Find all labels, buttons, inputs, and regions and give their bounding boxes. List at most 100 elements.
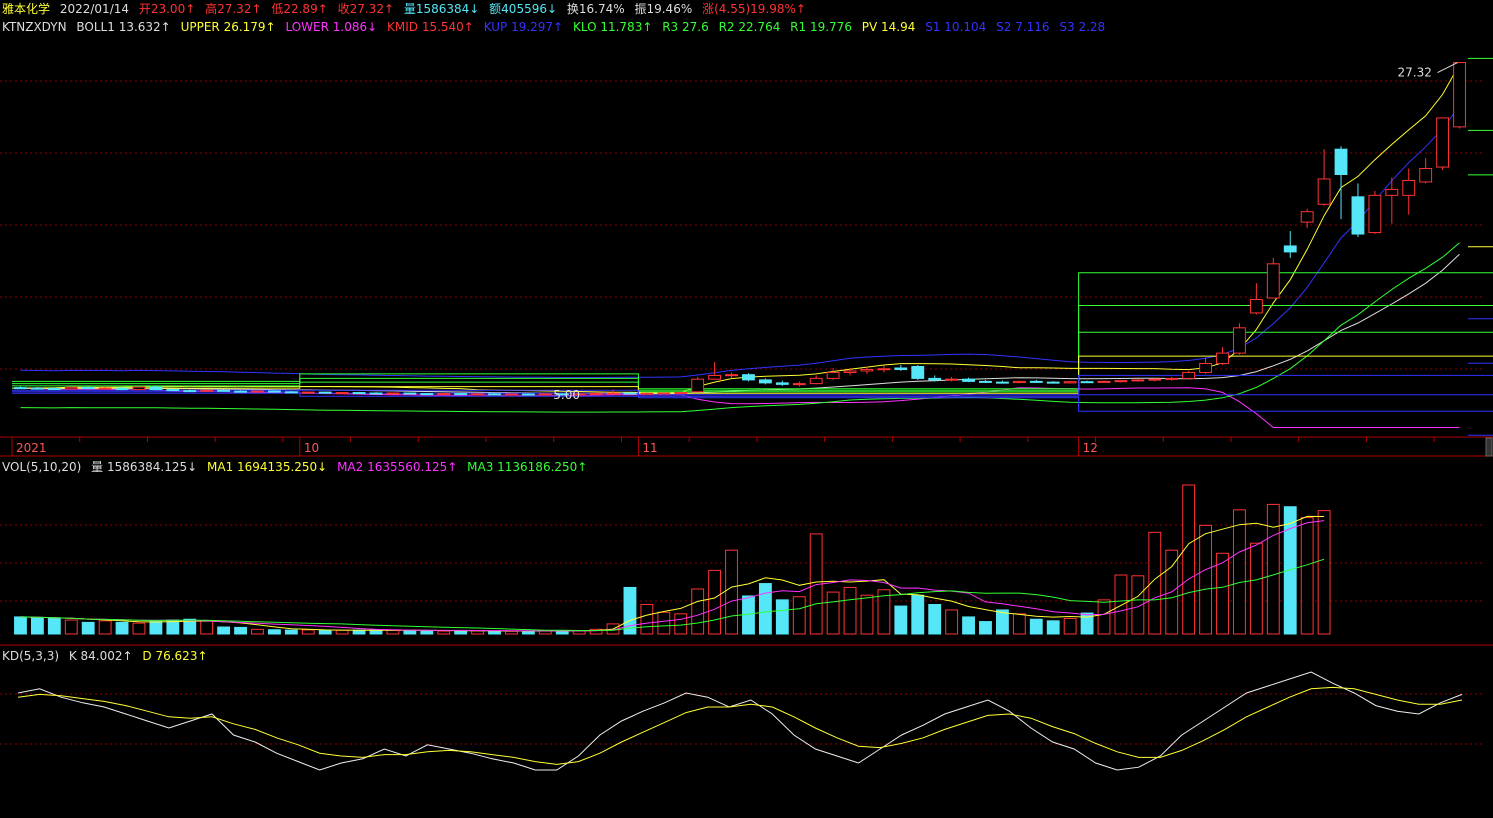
volume-bar (267, 629, 281, 635)
candle-body (1063, 381, 1077, 384)
candle-body (1114, 380, 1128, 383)
volume-bar (386, 629, 400, 635)
candle-body (471, 393, 485, 396)
r2-value: R2 22.764 (718, 20, 781, 34)
candle-body (420, 393, 434, 396)
candle-body (267, 390, 281, 393)
quote-date: 2022/01/14 (59, 2, 130, 16)
volume-bar (1266, 503, 1280, 635)
chart-canvas: 2021101112202227.325.00 (0, 57, 1493, 771)
volume-bar (1114, 574, 1128, 635)
lower-value: LOWER 1.086↓ (285, 20, 378, 34)
candle-body (1351, 196, 1365, 235)
candle-body (1080, 381, 1094, 384)
volume-bar (1063, 617, 1077, 635)
candle-body (1334, 148, 1348, 175)
candle-body (1300, 211, 1314, 223)
volume-bar (674, 613, 688, 635)
candle-body (1046, 381, 1060, 384)
upper-value: UPPER 26.179↑ (180, 20, 276, 34)
volume-bar (47, 617, 61, 635)
candle-body (403, 392, 417, 395)
volume-bar (437, 630, 451, 635)
volume-bar (318, 630, 332, 635)
max-price-label: 27.32 (1398, 66, 1432, 80)
volume-bar (911, 594, 925, 635)
candle-body (81, 386, 95, 390)
candle-body (877, 368, 891, 371)
candle-body (623, 392, 637, 395)
candle-body (708, 374, 722, 380)
volume-bar (1029, 618, 1043, 635)
pv-value: PV 14.94 (861, 20, 916, 34)
candle-body (369, 392, 383, 395)
r3-value: R3 27.6 (662, 20, 709, 34)
pivot-line (12, 57, 1493, 390)
volume-bar (335, 629, 349, 635)
candle-body (132, 386, 146, 391)
stock-name: 雅本化学 (2, 2, 51, 16)
kd-d-line (17, 686, 1463, 765)
quote-header: 雅本化学 2022/01/14 开23.00↑ 高27.32↑ 低22.89↑ … (2, 1, 812, 17)
kmid-value: KMID 15.540↑ (387, 20, 474, 34)
candle-body (742, 374, 755, 381)
candle-body (1436, 117, 1450, 168)
candle-body (386, 392, 400, 395)
volume-bar (962, 616, 975, 635)
candle-body (1097, 380, 1111, 383)
volume-bar (1046, 620, 1060, 635)
x-tick-label: 12 (1083, 441, 1098, 455)
indicator-name[interactable]: KTNZXDYN (2, 20, 67, 34)
candle-body (691, 378, 705, 393)
kmid-line (21, 171, 1460, 394)
turnover-value: 换16.74% (566, 2, 625, 16)
candle-body (775, 382, 789, 385)
candle-body (995, 381, 1009, 384)
amplitude-value: 振19.46% (634, 2, 693, 16)
volume-bar (1300, 517, 1314, 635)
candle-body (657, 392, 671, 395)
candle-body (1419, 168, 1433, 183)
candle-body (64, 386, 78, 390)
volume-bar (352, 629, 366, 635)
volume-bar (1283, 506, 1297, 635)
candle-body (911, 366, 925, 379)
candle-body (30, 387, 44, 390)
candle-body (488, 393, 501, 396)
volume-bar (894, 605, 908, 635)
candle-body (352, 392, 366, 395)
volume-bar (1012, 613, 1026, 635)
candle-body (217, 389, 231, 392)
volume-bar (200, 620, 214, 635)
candle-body (979, 380, 992, 383)
candle-body (183, 390, 197, 393)
volume-bar (945, 609, 959, 635)
candle-body (1266, 263, 1280, 299)
kd-d-value: D 76.623↑ (142, 649, 208, 663)
volume-bar (98, 620, 112, 635)
volume-bar (725, 549, 738, 635)
kd-indicator-name[interactable]: KD(5,3,3) (2, 649, 59, 663)
volume-bar (1216, 552, 1229, 635)
x-tick-label: 11 (642, 441, 657, 455)
min-price-label: 5.00 (553, 388, 580, 402)
candle-body (674, 392, 688, 395)
volume-bar (132, 622, 146, 635)
kd-k-value: K 84.002↑ (68, 649, 133, 663)
candle-body (200, 389, 214, 392)
candle-body (1233, 327, 1246, 354)
candle-body (1216, 352, 1229, 365)
candle-body (234, 390, 247, 393)
volume-bar (403, 629, 417, 635)
candle-body (1029, 380, 1043, 383)
candle-body (47, 388, 61, 391)
boll-value: BOLL1 13.632↑ (76, 20, 171, 34)
kd-legend: KD(5,3,3) K 84.002↑ D 76.623↑ (2, 648, 214, 664)
volume-bar (301, 629, 315, 635)
volume-indicator-name[interactable]: VOL(5,10,20) (2, 460, 81, 474)
candle-body (1012, 380, 1026, 384)
candle-body (894, 367, 908, 370)
volume-bar (860, 594, 874, 635)
volume-bar (1199, 524, 1213, 635)
candle-body (149, 386, 163, 391)
